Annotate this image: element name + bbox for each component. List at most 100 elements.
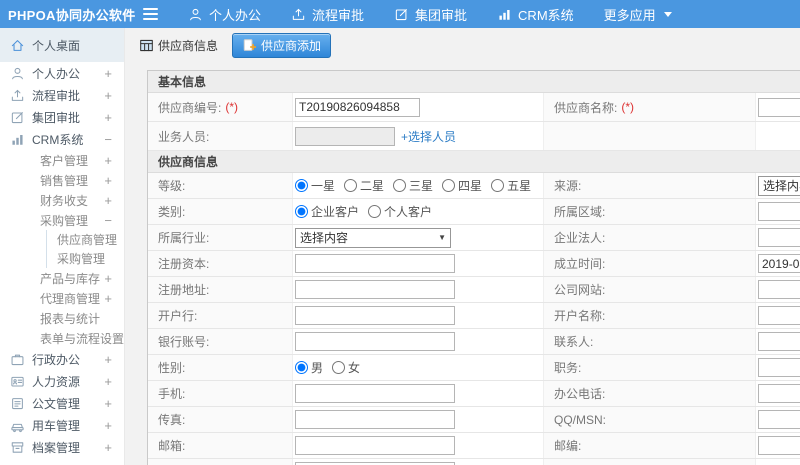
grade-option[interactable]: 一星: [295, 177, 335, 194]
grade-radio[interactable]: [393, 179, 407, 192]
sidebar-item-personal-desktop[interactable]: 个人桌面: [0, 28, 124, 62]
zip-code-input[interactable]: [758, 436, 800, 455]
account-name-input[interactable]: [758, 306, 800, 325]
supplier-code-input[interactable]: [295, 97, 420, 117]
category-radio-group: 企业客户 个人客户: [295, 203, 432, 220]
nav-item-workflow-approval[interactable]: 流程审批: [291, 5, 364, 24]
nav-item-more-apps[interactable]: 更多应用: [604, 5, 672, 24]
expand-toggle-icon[interactable]: +: [104, 110, 112, 125]
expand-toggle-icon[interactable]: +: [104, 173, 112, 188]
sidebar-item-label: 公文管理: [32, 396, 81, 411]
sidebar-item-vehicle-mgmt[interactable]: 用车管理 +: [0, 414, 124, 436]
company-website-input[interactable]: [758, 280, 800, 299]
expand-toggle-icon[interactable]: +: [104, 66, 112, 81]
sidebar-item-workflow-approval[interactable]: 流程审批 +: [0, 84, 124, 106]
sidebar-item-label: 个人桌面: [32, 38, 81, 53]
category-radio[interactable]: [368, 205, 382, 218]
expand-toggle-icon[interactable]: +: [104, 88, 112, 103]
grade-option[interactable]: 二星: [344, 177, 384, 194]
sidebar-item-personal-office[interactable]: 个人办公 +: [0, 62, 124, 84]
expand-toggle-icon[interactable]: +: [104, 440, 112, 455]
position-input[interactable]: [758, 358, 800, 377]
industry-select[interactable]: 选择内容 ▼: [295, 227, 451, 248]
bank-account-input[interactable]: [295, 332, 455, 351]
nav-item-personal-office[interactable]: 个人办公: [188, 5, 261, 24]
expand-toggle-icon[interactable]: −: [104, 132, 112, 147]
sidebar-item-agent-mgmt[interactable]: 代理商管理 +: [0, 288, 124, 308]
tab-supplier-add[interactable]: 供应商添加: [232, 32, 332, 58]
grade-option[interactable]: 五星: [491, 177, 531, 194]
grade-option[interactable]: 四星: [442, 177, 482, 194]
grade-radio[interactable]: [491, 179, 505, 192]
sidebar-item-reports-stats[interactable]: 报表与统计: [0, 308, 124, 328]
business-staff-input[interactable]: [295, 126, 395, 146]
category-option[interactable]: 企业客户: [295, 203, 359, 220]
fax-input[interactable]: [295, 410, 455, 429]
field-value: 选择内容▼: [756, 173, 800, 198]
expand-toggle-icon[interactable]: +: [104, 396, 112, 411]
sidebar-item-document-mgmt[interactable]: 公文管理 +: [0, 392, 124, 414]
sidebar-item-customer-mgmt[interactable]: 客户管理 +: [0, 150, 124, 170]
sidebar-item-purchasing[interactable]: 采购管理: [46, 249, 124, 268]
category-radio[interactable]: [295, 205, 308, 218]
expand-toggle-icon[interactable]: +: [104, 418, 112, 433]
nav-item-group-approval[interactable]: 集团审批: [394, 5, 467, 24]
field-label: 邮箱:: [148, 433, 293, 458]
grade-option[interactable]: 三星: [393, 177, 433, 194]
sidebar-item-human-resources[interactable]: 人力资源 +: [0, 370, 124, 392]
category-option[interactable]: 个人客户: [368, 203, 432, 220]
gender-option[interactable]: 女: [332, 359, 360, 376]
gender-radio[interactable]: [332, 361, 346, 374]
grade-radio[interactable]: [442, 179, 456, 192]
sidebar-item-crm-system[interactable]: CRM系统 −: [0, 128, 124, 150]
form-row: 开户行: 开户名称:: [148, 303, 800, 329]
source-select[interactable]: 选择内容▼: [758, 175, 800, 196]
contact-person-input[interactable]: [758, 332, 800, 351]
qq-msn-input[interactable]: [758, 410, 800, 429]
sidebar-item-archive-mgmt[interactable]: 档案管理 +: [0, 436, 124, 458]
menu-toggle-icon[interactable]: [143, 5, 158, 23]
expand-toggle-icon[interactable]: +: [104, 271, 112, 286]
expand-toggle-icon[interactable]: +: [104, 374, 112, 389]
field-value: [756, 225, 800, 250]
choose-staff-link[interactable]: +选择人员: [401, 128, 456, 145]
field-label: 来源:: [543, 173, 756, 198]
registered-address-input[interactable]: [295, 280, 455, 299]
form-row: 所属行业: 选择内容 ▼ 企业法人:: [148, 225, 800, 251]
sidebar-item-sales-mgmt[interactable]: 销售管理 +: [0, 170, 124, 190]
grade-radio[interactable]: [344, 179, 358, 192]
section-title: 基本信息: [148, 71, 800, 93]
registered-capital-input[interactable]: [295, 254, 455, 273]
expand-toggle-icon[interactable]: +: [104, 352, 112, 367]
expand-toggle-icon[interactable]: −: [104, 213, 112, 228]
sidebar-item-purchase-mgmt[interactable]: 采购管理 −: [0, 210, 124, 230]
sidebar-item-form-flow-settings[interactable]: 表单与流程设置+: [0, 328, 124, 348]
supplier-name-input[interactable]: [758, 97, 800, 117]
office-phone-input[interactable]: [758, 384, 800, 403]
region-input[interactable]: [758, 202, 800, 221]
tab-label: 供应商添加: [261, 38, 322, 53]
mobile-input[interactable]: [295, 384, 455, 403]
founding-date-input[interactable]: [758, 254, 800, 273]
expand-toggle-icon[interactable]: +: [104, 291, 112, 306]
sidebar-item-supplier-mgmt[interactable]: 供应商管理: [46, 230, 124, 249]
sidebar-item-finance[interactable]: 财务收支 +: [0, 190, 124, 210]
nav-item-crm-system[interactable]: CRM系统: [497, 5, 574, 24]
gender-radio[interactable]: [295, 361, 308, 374]
form-row: 业务人员: +选择人员: [148, 122, 800, 151]
sidebar-item-admin-office[interactable]: 行政办公 +: [0, 348, 124, 370]
email-input[interactable]: [295, 436, 455, 455]
expand-toggle-icon[interactable]: +: [104, 153, 112, 168]
sidebar-item-group-approval[interactable]: 集团审批 +: [0, 106, 124, 128]
form-row: 供应商编号:(*) 供应商名称:(*): [148, 93, 800, 122]
field-value: [293, 381, 543, 406]
legal-person-input[interactable]: [758, 228, 800, 247]
expand-toggle-icon[interactable]: +: [104, 193, 112, 208]
tab-supplier-info[interactable]: 供应商信息: [133, 34, 224, 57]
gender-option[interactable]: 男: [295, 359, 323, 376]
grade-radio[interactable]: [295, 179, 308, 192]
bank-branch-input[interactable]: [295, 306, 455, 325]
sidebar-item-label: 人力资源: [32, 374, 81, 389]
sidebar-item-label: 个人办公: [32, 66, 81, 81]
sidebar-item-product-inventory[interactable]: 产品与库存 +: [0, 268, 124, 288]
